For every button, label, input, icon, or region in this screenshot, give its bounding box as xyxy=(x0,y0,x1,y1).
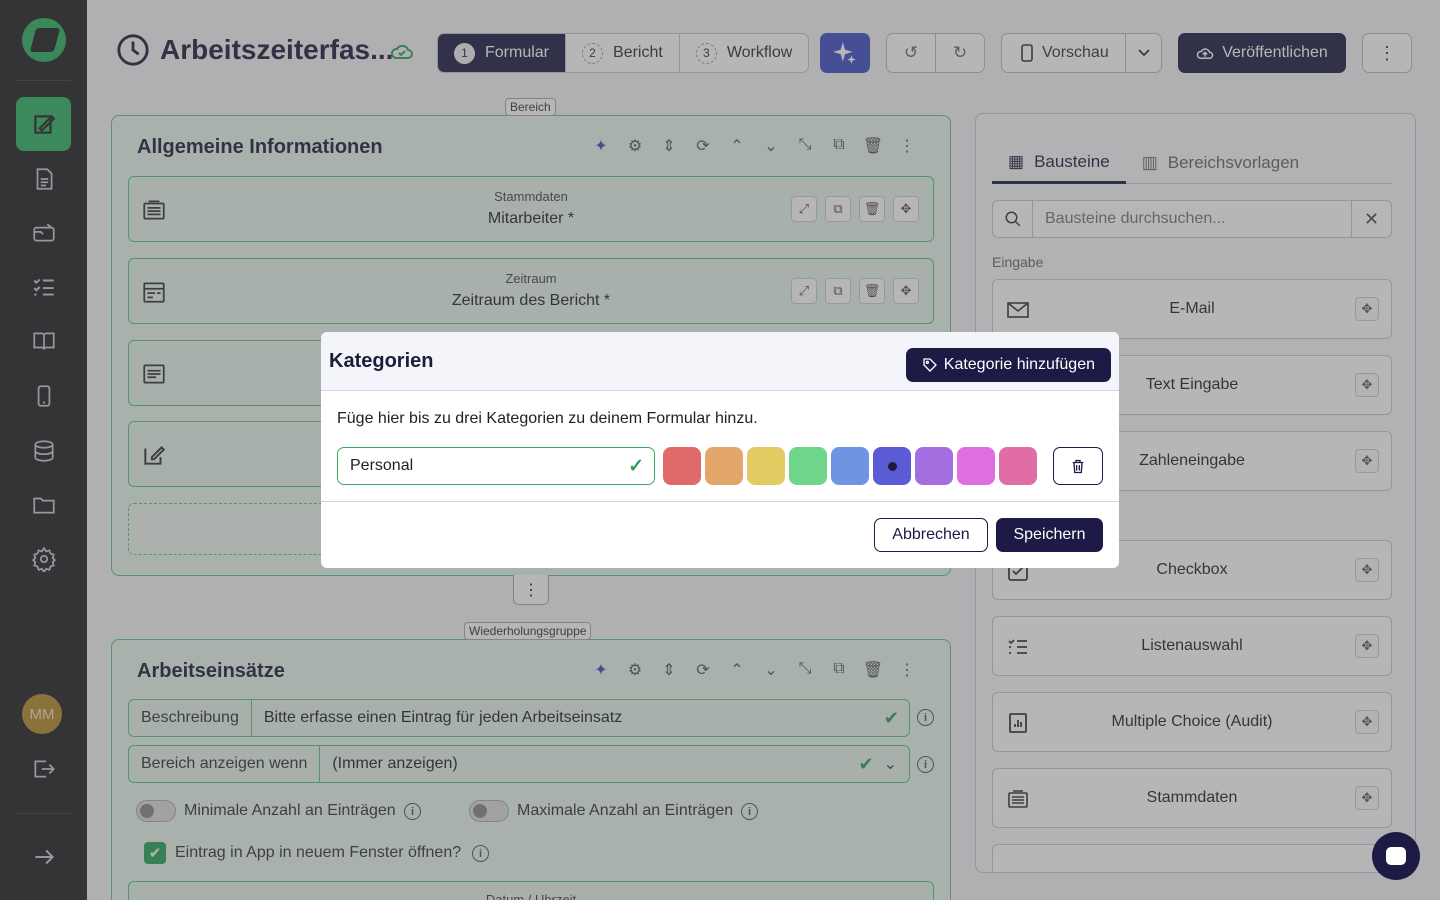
color-swatch[interactable] xyxy=(831,447,869,485)
color-swatch[interactable] xyxy=(789,447,827,485)
category-name-value[interactable]: Personal xyxy=(338,457,628,475)
tag-icon xyxy=(923,358,937,372)
modal-divider xyxy=(321,501,1119,502)
modal-title: Kategorien xyxy=(329,350,434,372)
color-swatch[interactable] xyxy=(705,447,743,485)
color-swatches xyxy=(663,447,1037,485)
color-swatch[interactable] xyxy=(957,447,995,485)
modal-description: Füge hier bis zu drei Kategorien zu dein… xyxy=(337,410,758,427)
modal-header: Kategorien Kategorie hinzufügen xyxy=(321,332,1119,391)
color-swatch[interactable] xyxy=(663,447,701,485)
trash-icon xyxy=(1072,459,1084,473)
delete-category-button[interactable] xyxy=(1053,447,1103,485)
cancel-button[interactable]: Abbrechen xyxy=(874,518,988,552)
color-swatch[interactable] xyxy=(873,447,911,485)
color-swatch[interactable] xyxy=(999,447,1037,485)
selected-dot-icon xyxy=(887,461,897,471)
color-swatch[interactable] xyxy=(915,447,953,485)
save-button[interactable]: Speichern xyxy=(996,518,1103,552)
categories-modal: Kategorien Kategorie hinzufügen Füge hie… xyxy=(321,332,1119,568)
color-swatch[interactable] xyxy=(747,447,785,485)
add-category-button[interactable]: Kategorie hinzufügen xyxy=(905,348,1111,382)
chat-support-button[interactable] xyxy=(1372,832,1420,880)
add-category-label: Kategorie hinzufügen xyxy=(943,356,1095,373)
category-name-input[interactable]: Personal ✓ xyxy=(337,447,655,485)
check-icon: ✓ xyxy=(628,455,644,477)
